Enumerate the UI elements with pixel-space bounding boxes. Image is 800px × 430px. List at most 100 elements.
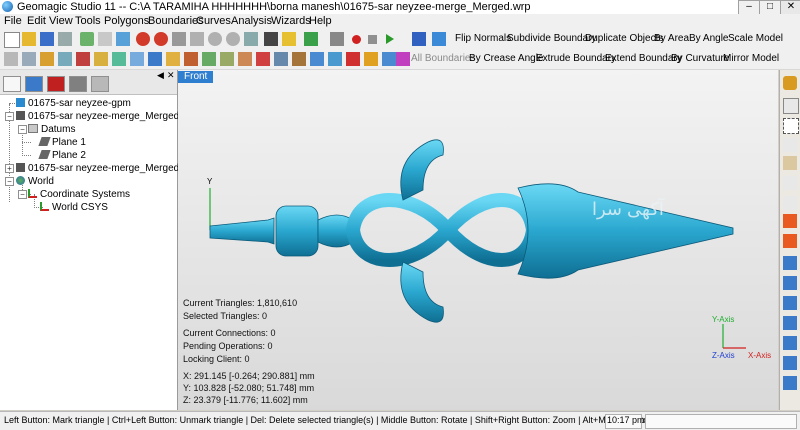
pencil-icon[interactable] [282,32,296,46]
tree-item-merged[interactable]: 01675-sar neyzee-merge_Merged [16,110,179,123]
select-through-icon[interactable] [783,234,797,248]
macro-tab-icon[interactable] [69,76,87,92]
sweep-icon[interactable] [328,52,342,66]
spin-icon[interactable] [154,32,168,46]
layers-tab-icon[interactable] [91,76,109,92]
relax-icon[interactable] [112,52,126,66]
view-right-icon[interactable] [783,316,797,330]
tree-item-plane2[interactable]: Plane 2 [38,149,86,162]
view-left-icon[interactable] [783,296,797,310]
cut-icon[interactable] [256,52,270,66]
camera-icon[interactable] [264,32,278,46]
tree-item-plane1[interactable]: Plane 1 [38,136,86,149]
rotate-icon[interactable] [136,32,150,46]
panel-pin-icon[interactable]: ◀ [157,70,164,81]
tree-item-world[interactable]: World [16,175,54,188]
flip-normals-button[interactable]: Flip Normals [455,33,511,44]
menu-file[interactable]: File [4,15,22,27]
gear-icon[interactable] [172,32,186,46]
model-manager-tab-icon[interactable] [3,76,21,92]
cube-icon[interactable] [432,32,446,46]
menu-wizards[interactable]: Wizards [271,15,311,27]
brush-select-icon[interactable] [783,156,797,170]
sand-icon[interactable] [184,52,198,66]
fix-icon[interactable] [76,52,90,66]
close-button[interactable]: ✕ [780,0,800,15]
collapse-world-icon[interactable]: − [5,177,14,186]
menu-polygons[interactable]: Polygons [104,15,149,27]
tree-item-coordinate-systems[interactable]: Coordinate Systems [28,188,130,201]
select-tool-icon[interactable] [80,32,94,46]
subdivide-boundary-button[interactable]: Subdivide Boundary [507,33,597,44]
mesh-icon[interactable] [58,52,72,66]
offset-icon[interactable] [220,52,234,66]
view-top-icon[interactable] [783,336,797,350]
wand-icon[interactable] [304,32,318,46]
menu-help[interactable]: Help [309,15,332,27]
arrow-select-icon[interactable] [783,196,797,210]
thicken-icon[interactable] [292,52,306,66]
boolean-icon[interactable] [346,52,360,66]
pointer-icon[interactable] [783,138,797,152]
new-file-icon[interactable] [4,32,20,48]
by-angle-button[interactable]: By Angle [689,33,728,44]
view-front-icon[interactable] [783,256,797,270]
selection-icon[interactable] [783,98,799,114]
play-icon[interactable] [386,34,394,44]
by-curvature-button[interactable]: By Curvature [671,53,729,64]
zoom-icon[interactable] [190,32,204,46]
print-icon[interactable] [58,32,72,46]
panel-close-icon[interactable]: ✕ [167,70,175,81]
refine-icon[interactable] [166,52,180,66]
display-tab-icon[interactable] [25,76,43,92]
view-back-icon[interactable] [783,276,797,290]
tree-item-world-csys[interactable]: World CSYS [40,201,108,214]
collapse-merged-icon[interactable]: − [5,112,14,121]
scale-model-button[interactable]: Scale Model [728,33,783,44]
tool-icon[interactable] [22,52,36,66]
split-icon[interactable] [382,52,396,66]
dialog-tab-icon[interactable] [47,76,65,92]
open-folder-icon[interactable] [22,32,36,46]
defeature-icon[interactable] [202,52,216,66]
tree-item-gpm[interactable]: 01675-sar neyzee-gpm [16,97,131,110]
collapse-datums-icon[interactable]: − [18,125,27,134]
polyline-select-icon[interactable] [783,176,797,190]
shade-icon[interactable] [412,32,426,46]
view-bottom-icon[interactable] [783,356,797,370]
stop-icon[interactable] [368,35,377,44]
brush-icon[interactable] [330,32,344,46]
minimize-button[interactable]: – [738,0,760,15]
sharpen-icon[interactable] [94,52,108,66]
boundary-icon[interactable] [396,52,410,66]
lasso-icon[interactable] [116,32,130,46]
all-boundaries-button[interactable]: All Boundaries [411,53,475,64]
menu-tools[interactable]: Tools [75,15,101,27]
zoom-in-icon[interactable] [208,32,222,46]
expand-merged-copy-icon[interactable]: + [5,164,14,173]
mirror-model-button[interactable]: Mirror Model [723,53,779,64]
zoom-out-icon[interactable] [226,32,240,46]
maximize-button[interactable]: □ [759,0,781,15]
merge-icon[interactable] [364,52,378,66]
shell-icon[interactable] [310,52,324,66]
by-crease-angle-button[interactable]: By Crease Angle [469,53,544,64]
select-visible-icon[interactable] [783,214,797,228]
menu-analysis[interactable]: Analysis [231,15,272,27]
by-area-button[interactable]: By Area [654,33,689,44]
rect-select-icon[interactable] [783,118,799,134]
menu-curves[interactable]: Curves [196,15,231,27]
tree-item-merged-copy[interactable]: 01675-sar neyzee-merge_Merged Copy [16,162,205,175]
trim-icon[interactable] [238,52,252,66]
menu-view[interactable]: View [49,15,73,27]
fit-view-icon[interactable] [244,32,258,46]
move-icon[interactable] [98,32,112,46]
menu-edit[interactable]: Edit [27,15,46,27]
save-icon[interactable] [40,32,54,46]
smooth-icon[interactable] [130,52,144,66]
plane-icon[interactable] [274,52,288,66]
view-iso-icon[interactable] [783,376,797,390]
tree-item-datums[interactable]: Datums [28,123,75,136]
decimate-icon[interactable] [148,52,162,66]
color-icon[interactable] [783,76,797,90]
